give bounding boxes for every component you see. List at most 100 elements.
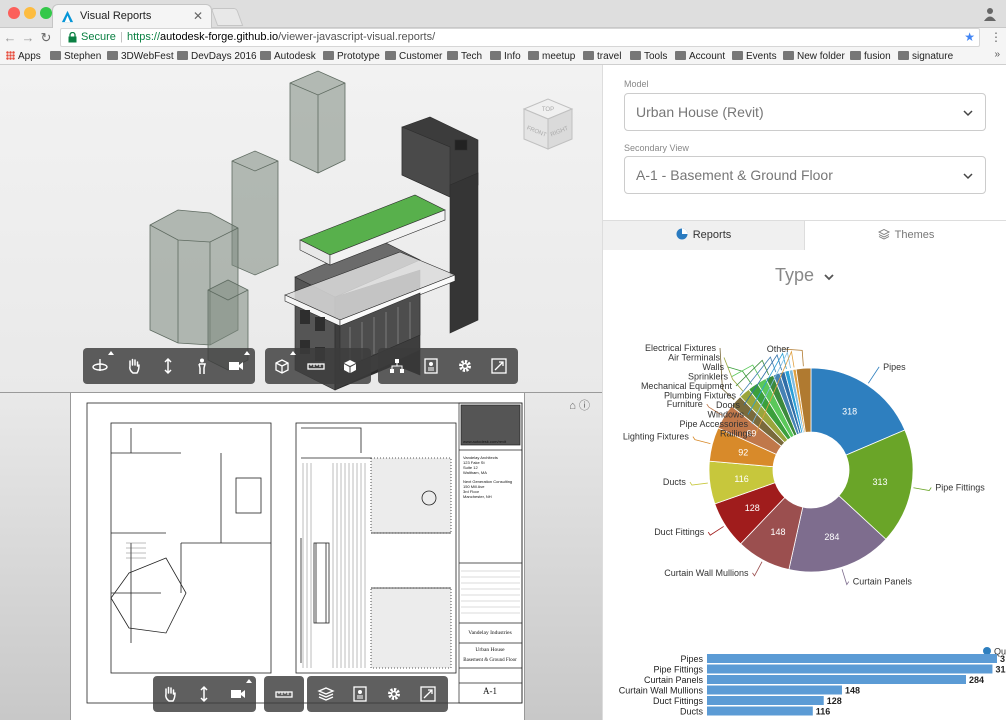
fullscreen-icon [491, 358, 507, 374]
bookmark-folder[interactable]: fusion [850, 50, 891, 63]
bookmark-folder[interactable]: Prototype [323, 50, 380, 63]
address-bar[interactable]: Secure | https://autodesk-forge.github.i… [60, 28, 980, 47]
model-select[interactable]: Urban House (Revit) [624, 93, 986, 131]
model-browser-button[interactable] [380, 348, 414, 384]
bookmark-folder[interactable]: travel [583, 50, 621, 63]
bar-value-label: 116 [816, 707, 831, 717]
bookmark-apps[interactable]: Apps [6, 50, 41, 63]
settings-toolbar-2d [307, 676, 448, 712]
chart-type-select[interactable]: Type [603, 265, 1006, 286]
pie-chart[interactable]: 318 Pipes 313 Pipe Fittings 284 Curtain Panel… [603, 335, 1006, 605]
minimize-window-button[interactable] [24, 7, 36, 19]
bar[interactable] [707, 675, 966, 684]
browser-tab[interactable]: Visual Reports ✕ [52, 4, 212, 28]
pie-leader-line [841, 569, 850, 586]
drawing-sheet[interactable]: www.autodesk.com/revit Vandelay Architec… [70, 393, 525, 720]
bookmark-star-icon[interactable]: ★ [964, 29, 975, 46]
folder-icon [177, 51, 188, 60]
zoom-button[interactable] [151, 348, 185, 384]
pie-leader-line [752, 561, 763, 577]
viewcube-top-label[interactable]: TOP [542, 107, 554, 113]
bookmark-folder[interactable]: DevDays 2016 [177, 50, 257, 63]
bookmark-folder[interactable]: 3DWebFest [107, 50, 174, 63]
url-text: https://autodesk-forge.github.io/viewer-… [127, 29, 435, 46]
first-person-button[interactable] [185, 348, 219, 384]
new-tab-button[interactable] [210, 8, 244, 26]
bar[interactable] [707, 706, 813, 716]
settings-button[interactable] [377, 676, 411, 712]
measure-button[interactable] [267, 676, 301, 712]
viewcube[interactable]: TOP FRONT RIGHT [516, 93, 580, 157]
bar[interactable] [707, 664, 993, 674]
bar-value-label: 31 [995, 665, 1005, 675]
more-bookmarks-icon[interactable]: » [994, 49, 1000, 60]
secondary-view-select[interactable]: A-1 - Basement & Ground Floor [624, 156, 986, 194]
bookmark-folder[interactable]: Stephen [50, 50, 101, 63]
bookmark-folder[interactable]: Account [675, 50, 725, 63]
bookmark-label: meetup [542, 51, 576, 62]
reports-icon [676, 228, 688, 240]
bar[interactable] [707, 696, 824, 705]
measure-button[interactable] [299, 348, 333, 384]
info-icon[interactable]: ⓘ [579, 400, 590, 412]
tab-themes[interactable]: Themes [805, 221, 1006, 250]
lock-icon [68, 32, 77, 43]
fullscreen-button[interactable] [482, 348, 516, 384]
camera-button[interactable] [219, 348, 253, 384]
camera-button[interactable] [221, 676, 255, 712]
home-icon[interactable]: ⌂ [569, 400, 576, 412]
building-model-3d[interactable] [0, 65, 602, 393]
pie-category-label: Pipes [883, 362, 906, 372]
forward-icon[interactable]: → [20, 28, 36, 48]
cube-icon [344, 360, 356, 373]
bar[interactable] [707, 685, 842, 695]
zoom-button[interactable] [187, 676, 221, 712]
orbit-icon [92, 359, 108, 371]
reload-icon[interactable]: ↻ [38, 28, 54, 48]
bookmark-folder[interactable]: Autodesk [260, 50, 316, 63]
section-button[interactable] [265, 348, 299, 384]
bar[interactable] [707, 654, 997, 663]
zoom-arrows-icon [200, 685, 208, 703]
bookmark-folder[interactable]: New folder [783, 50, 845, 63]
settings-button[interactable] [448, 348, 482, 384]
chart-title: Type [774, 265, 814, 285]
apps-icon [6, 51, 15, 60]
folder-icon [323, 51, 334, 60]
tab-reports[interactable]: Reports [603, 221, 805, 250]
maximize-window-button[interactable] [40, 7, 52, 19]
close-tab-icon[interactable]: ✕ [193, 9, 203, 23]
bookmark-folder[interactable]: meetup [528, 50, 575, 63]
sheet-nav-icons: ⌂ ⓘ [569, 397, 590, 413]
bookmark-folder[interactable]: Tech [447, 50, 482, 63]
orbit-button[interactable] [83, 348, 117, 384]
close-window-button[interactable] [8, 7, 20, 19]
properties-button[interactable] [414, 348, 448, 384]
bookmark-label: Account [689, 51, 726, 62]
bookmark-folder[interactable]: Events [732, 50, 777, 63]
pan-button[interactable] [117, 348, 151, 384]
ruler-icon [275, 691, 293, 698]
gear-icon [388, 688, 400, 700]
navigation-toolbar-2d [153, 676, 256, 712]
bookmark-folder[interactable]: Info [490, 50, 521, 63]
viewer-3d[interactable]: TOP FRONT RIGHT [0, 65, 602, 393]
viewer-2d[interactable]: www.autodesk.com/revit Vandelay Architec… [0, 393, 602, 720]
browser-tab-strip: Visual Reports ✕ [0, 0, 1006, 28]
bookmark-folder[interactable]: Tools [630, 50, 667, 63]
bar-value-label: 128 [827, 696, 842, 706]
model-browser-icon [390, 359, 404, 373]
properties-button[interactable] [343, 676, 377, 712]
profile-icon[interactable] [982, 6, 998, 22]
fullscreen-button[interactable] [411, 676, 445, 712]
pan-button[interactable] [153, 676, 187, 712]
layers-button[interactable] [309, 676, 343, 712]
bar-chart[interactable]: QuaPipes3Pipe Fittings31Curtain Panels28… [603, 645, 1006, 720]
explode-button[interactable] [333, 348, 367, 384]
bar-value-label: 3 [1000, 654, 1005, 664]
bar-category-label: Pipe Fittings [653, 665, 703, 675]
bookmark-folder[interactable]: Customer [385, 50, 442, 63]
back-icon[interactable]: ← [2, 28, 18, 48]
bookmark-folder[interactable]: signature [898, 50, 953, 63]
browser-menu-icon[interactable]: ⋮ [990, 29, 1002, 45]
